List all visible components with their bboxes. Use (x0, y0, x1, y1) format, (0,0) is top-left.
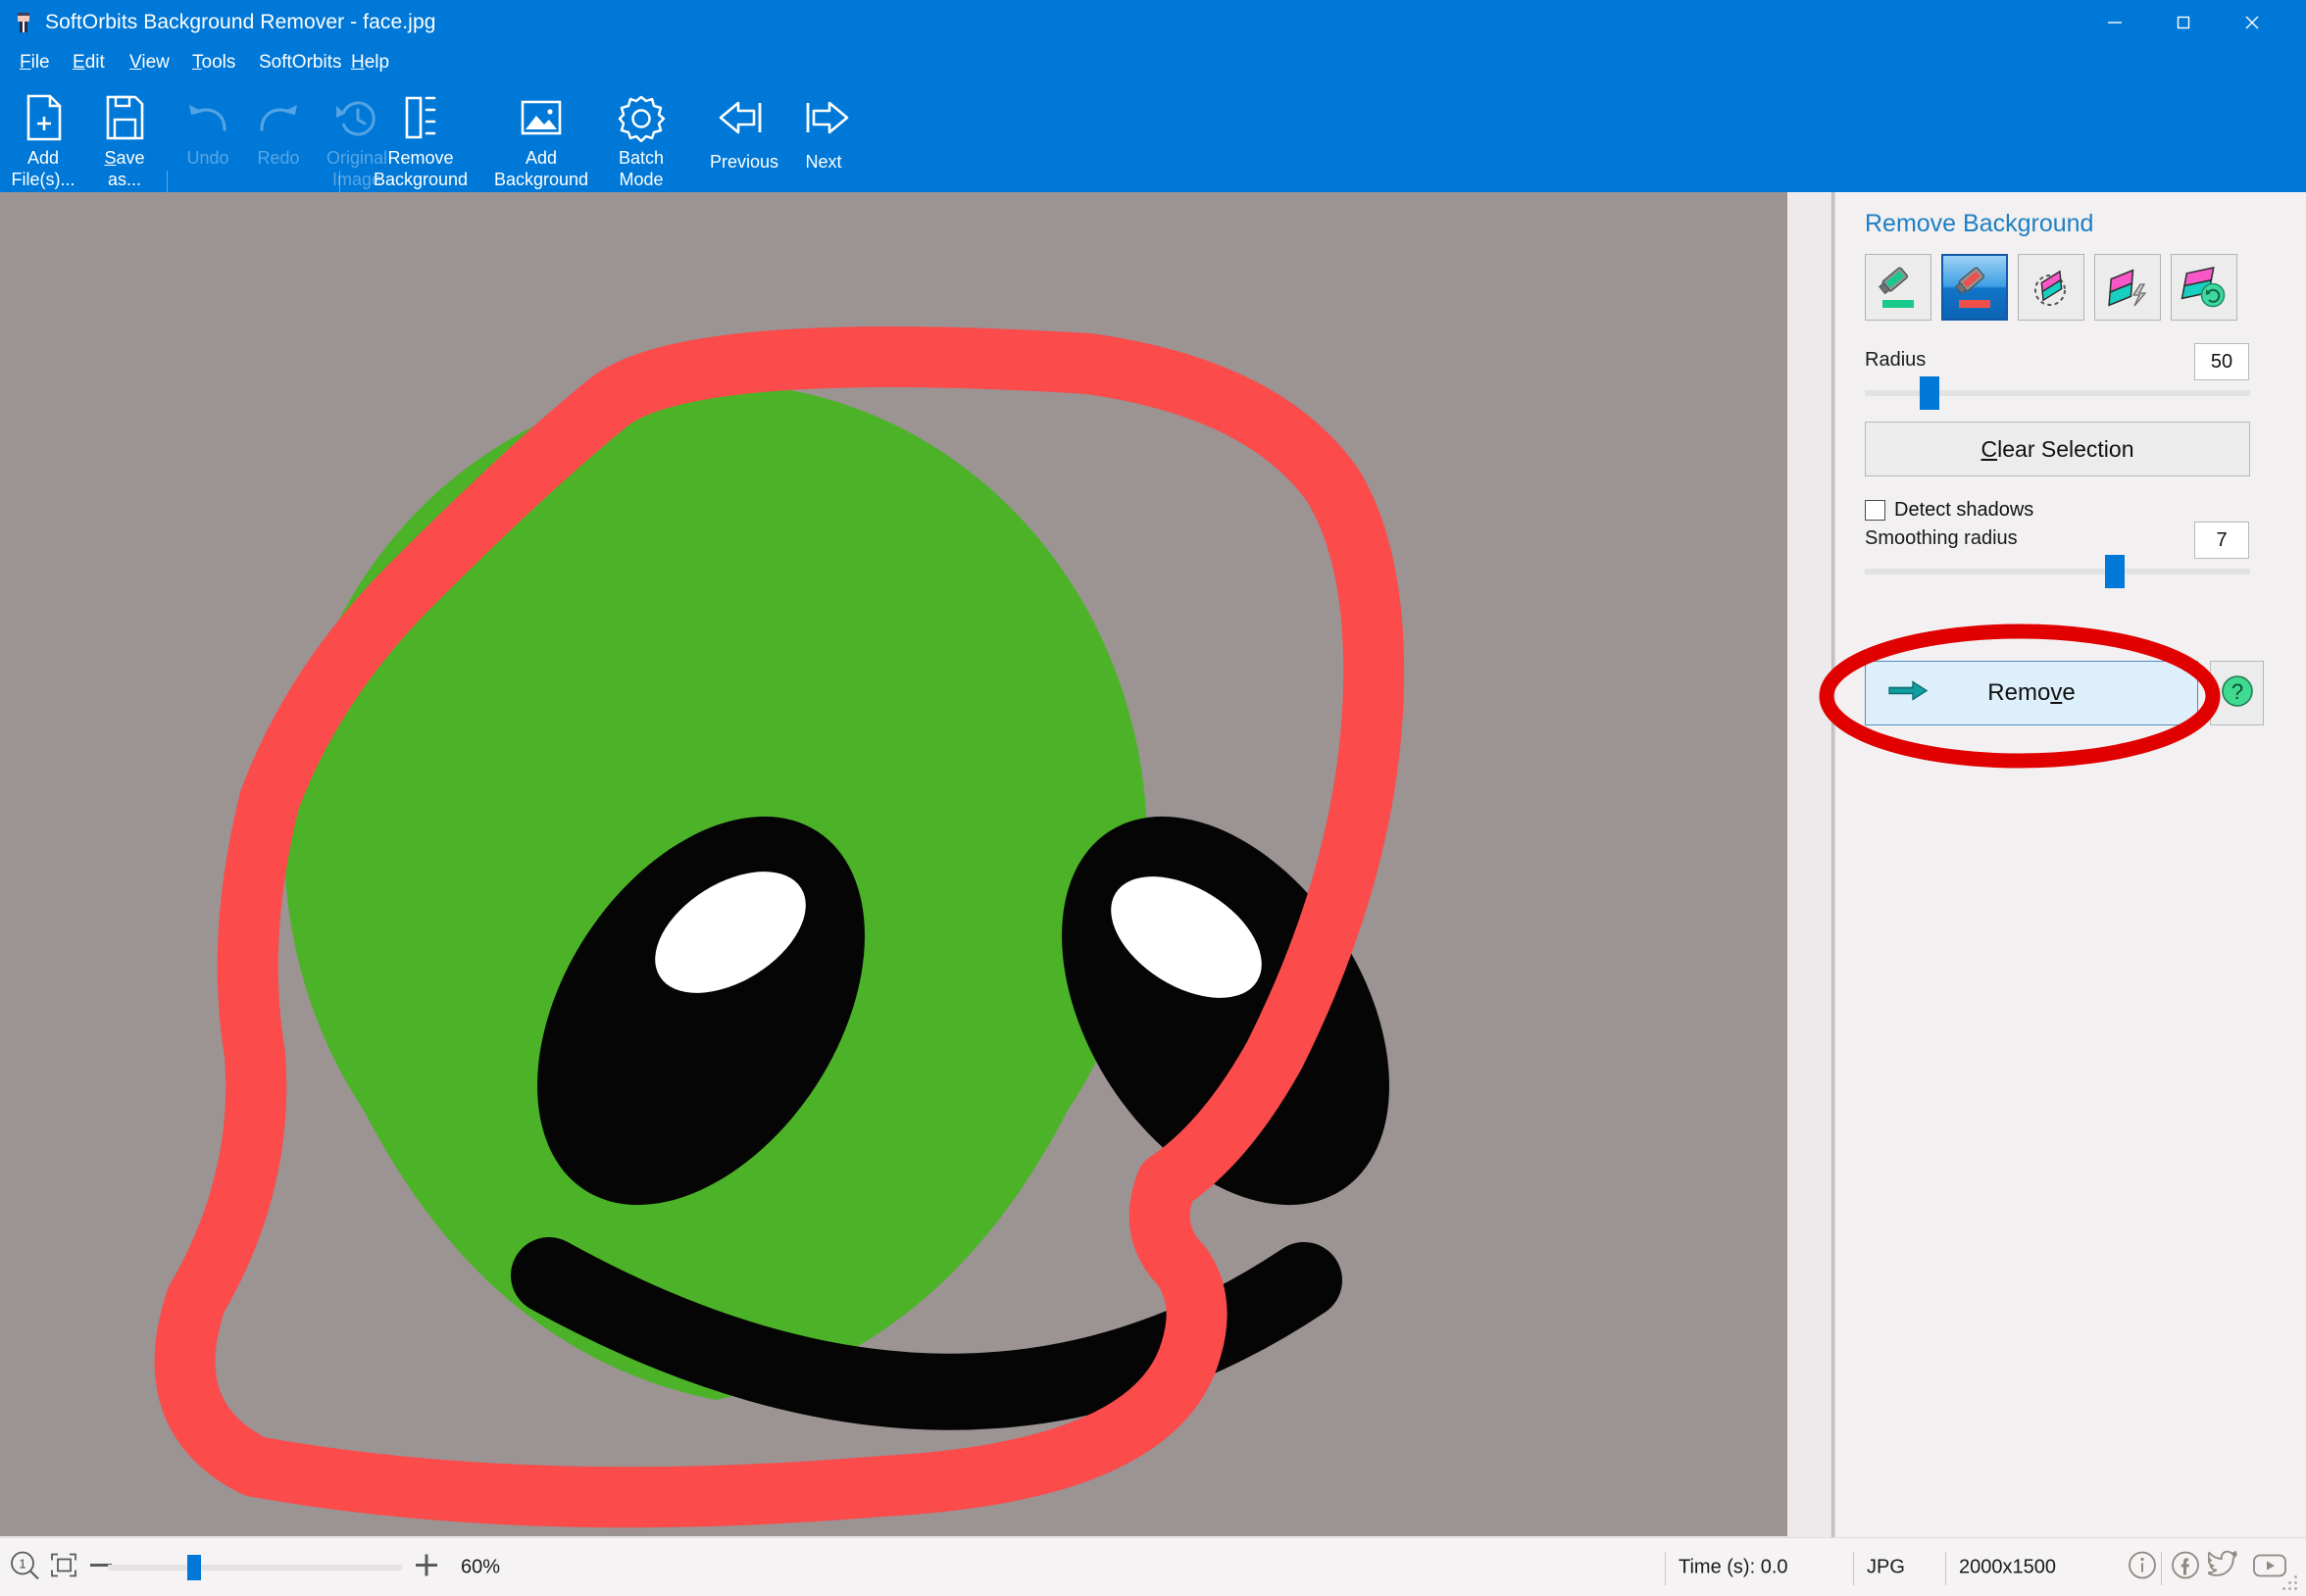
smoothing-slider-track (1865, 569, 2250, 574)
add-bg-icon (514, 90, 569, 145)
status-divider-1 (1665, 1552, 1666, 1585)
toolbar-undo-label: Undo (186, 148, 229, 168)
close-button[interactable] (2218, 0, 2286, 45)
clear-selection-button[interactable]: Clear Selection (1865, 422, 2250, 476)
window-title: SoftOrbits Background Remover - face.jpg (45, 11, 436, 33)
toolbar-undo-button[interactable]: Undo (173, 80, 243, 192)
toolbar-add-files-label: Add File(s)... (11, 148, 75, 189)
status-divider-3 (1945, 1552, 1946, 1585)
detect-shadows-row[interactable]: Detect shadows (1865, 496, 2033, 524)
toolbar-batch-mode-label: Batch Mode (618, 148, 665, 189)
svg-text:?: ? (2231, 679, 2242, 704)
svg-text:1: 1 (19, 1557, 25, 1571)
undo-icon (180, 90, 235, 145)
toolbar: Add File(s)... Save as... Undo Redo Orig… (0, 80, 2306, 265)
remove-button-label: Remove (1987, 679, 2076, 706)
radius-label: Radius (1865, 349, 1927, 371)
info-icon[interactable] (2126, 1549, 2159, 1587)
radius-slider-thumb[interactable] (1920, 376, 1939, 410)
tool-button-row (1865, 254, 2277, 321)
zoom-slider[interactable] (108, 1555, 402, 1580)
tool-remove-marker-button[interactable] (1941, 254, 2008, 321)
arrow-left-icon (717, 90, 772, 145)
fit-to-window-icon[interactable] (47, 1550, 80, 1586)
alien-face-image (0, 192, 1787, 1536)
status-divider-4 (2161, 1552, 2162, 1585)
toolbar-next-button[interactable]: Next (784, 80, 863, 192)
menu-edit[interactable]: Edit (67, 45, 111, 80)
toolbar-next-label: Next (805, 152, 842, 172)
help-icon: ? (2220, 673, 2255, 714)
menu-file[interactable]: File (14, 45, 56, 80)
toolbar-remove-background-button[interactable]: Remove Background (345, 80, 496, 192)
status-bar: 1 60% Time (s): 0.0 JPG 2000x1500 (0, 1537, 2306, 1596)
toolbar-redo-label: Redo (257, 148, 300, 168)
facebook-icon[interactable] (2169, 1549, 2202, 1587)
tool-eraser-button[interactable] (2018, 254, 2084, 321)
detect-shadows-label: Detect shadows (1894, 498, 2034, 521)
title-bar: SoftOrbits Background Remover - face.jpg (0, 0, 2306, 45)
clear-selection-label: Clear Selection (1980, 435, 2134, 462)
maximize-button[interactable] (2149, 0, 2218, 45)
smoothing-slider-thumb[interactable] (2105, 555, 2125, 588)
tool-reset-mask-button[interactable] (2171, 254, 2237, 321)
application-window: SoftOrbits Background Remover - face.jpg… (0, 0, 2306, 1596)
smoothing-radius-label: Smoothing radius (1865, 527, 2018, 549)
toolbar-add-files-button[interactable]: Add File(s)... (0, 80, 86, 192)
help-button[interactable]: ? (2210, 661, 2264, 725)
smoothing-radius-value[interactable]: 7 (2194, 522, 2249, 559)
canvas-area[interactable] (0, 192, 1831, 1537)
save-icon (97, 90, 152, 145)
arrow-right-icon (796, 90, 851, 145)
toolbar-previous-label: Previous (709, 152, 779, 172)
menu-tools[interactable]: Tools (186, 45, 241, 80)
gear-icon (614, 90, 669, 145)
menu-bar: File Edit View Tools SoftOrbits Help (0, 45, 2306, 80)
dimensions-label: 2000x1500 (1959, 1556, 2056, 1578)
zoom-actual-size-icon[interactable]: 1 (8, 1550, 41, 1586)
format-label: JPG (1867, 1556, 1905, 1578)
radius-value[interactable]: 50 (2194, 343, 2249, 380)
minimize-button[interactable] (2080, 0, 2149, 45)
toolbar-save-as-button[interactable]: Save as... (86, 80, 163, 192)
zoom-slider-track (108, 1565, 402, 1571)
toolbar-batch-mode-button[interactable]: Batch Mode (592, 80, 690, 192)
image-canvas[interactable] (0, 192, 1787, 1536)
redo-icon (251, 90, 306, 145)
zoom-percent-label: 60% (461, 1556, 501, 1578)
menu-softorbits[interactable]: SoftOrbits (253, 45, 347, 80)
twitter-icon[interactable] (2206, 1550, 2243, 1586)
zoom-slider-thumb[interactable] (187, 1555, 201, 1580)
add-file-icon (16, 90, 71, 145)
right-panel: Remove Background Radius 50 Clear Select… (1819, 192, 2306, 1537)
remove-bg-icon (393, 90, 448, 145)
toolbar-add-background-label: Add Background (493, 148, 589, 189)
time-label: Time (s): 0.0 (1679, 1556, 1788, 1578)
smoothing-radius-slider[interactable] (1865, 555, 2250, 588)
resize-grip[interactable] (2282, 1575, 2298, 1591)
toolbar-redo-button[interactable]: Redo (243, 80, 314, 192)
zoom-in-icon[interactable] (412, 1551, 441, 1585)
toolbar-previous-button[interactable]: Previous (692, 80, 796, 192)
tool-magic-wand-button[interactable] (2094, 254, 2161, 321)
app-icon (12, 11, 35, 34)
status-divider-2 (1853, 1552, 1854, 1585)
detect-shadows-checkbox[interactable] (1865, 499, 1885, 521)
tool-keep-marker-button[interactable] (1865, 254, 1931, 321)
toolbar-remove-background-label: Remove Background (373, 148, 469, 189)
menu-view[interactable]: View (124, 45, 175, 80)
toolbar-save-as-label: Save as... (104, 148, 145, 189)
panel-title: Remove Background (1865, 210, 2094, 237)
toolbar-add-background-button[interactable]: Add Background (482, 80, 600, 192)
remove-button[interactable]: Remove (1865, 661, 2198, 725)
menu-help[interactable]: Help (345, 45, 395, 80)
radius-slider[interactable] (1865, 376, 2250, 410)
